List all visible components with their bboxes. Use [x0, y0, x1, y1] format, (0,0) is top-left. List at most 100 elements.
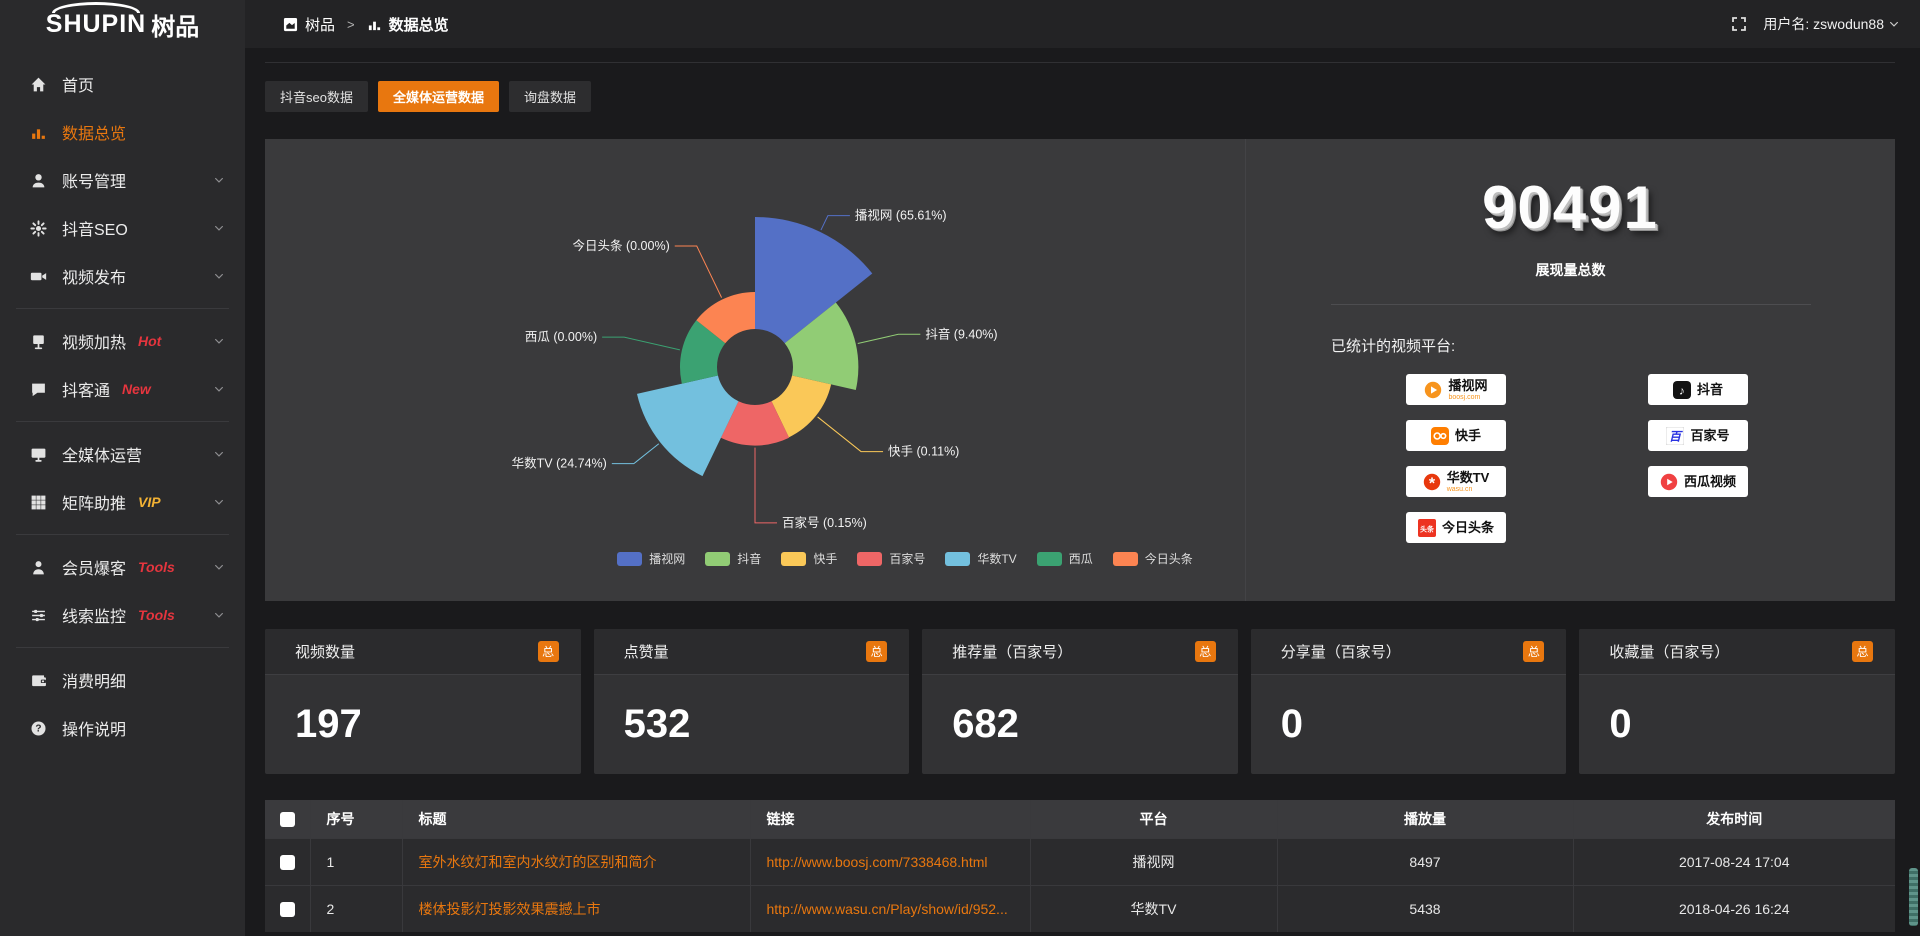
total-badge: 总 [1523, 641, 1544, 662]
tab-3[interactable]: 询盘数据 [509, 81, 591, 112]
sidebar-item-comment[interactable]: 抖客通New [0, 365, 245, 413]
stat-card-header: 视频数量总 [265, 629, 581, 675]
chart-legend: 播视网 抖音 快手 百家号 华数TV 西瓜 今日头条 [415, 550, 1395, 567]
pie-label: 华数TV (24.74%) [512, 456, 607, 471]
sidebar-divider [16, 647, 229, 648]
sidebar-item-home[interactable]: 首页 [0, 60, 245, 108]
legend-item-1[interactable]: 播视网 [617, 550, 685, 567]
svg-text:♪: ♪ [1679, 385, 1685, 397]
platform-badge-xigua: 西瓜视频 [1648, 466, 1748, 497]
legend-item-7[interactable]: 今日头条 [1113, 550, 1193, 567]
pie-label-line [818, 417, 883, 452]
user-menu[interactable]: 用户名: zswodun88 [1731, 14, 1900, 34]
pie-label-line [755, 448, 777, 523]
legend-item-5[interactable]: 华数TV [945, 550, 1016, 567]
videos-table-wrap: 序号标题链接平台播放量发布时间 1室外水纹灯和室内水纹灯的区别和简介http:/… [265, 800, 1895, 932]
platform-badge-boosj: 播视网boosj.com [1406, 374, 1506, 405]
row-checkbox[interactable] [280, 902, 295, 917]
home-icon [30, 76, 47, 93]
legend-swatch [857, 552, 882, 566]
stat-card-value: 0 [1609, 702, 1631, 747]
column-header: 标题 [402, 800, 750, 838]
legend-label: 抖音 [737, 550, 761, 567]
chevron-down-icon [213, 448, 225, 460]
row-checkbox-cell [265, 885, 310, 932]
stat-card-title: 视频数量 [295, 641, 355, 662]
chart-panel: 播视网 (65.61%)抖音 (9.40%)快手 (0.11%)百家号 (0.1… [265, 139, 1895, 601]
sidebar: 首页数据总览账号管理抖音SEO 视频发布视频加热Hot抖客通New 全媒体运营矩阵助… [0, 48, 245, 936]
chart-icon [30, 124, 47, 141]
chevron-down-icon [213, 383, 225, 395]
row-checkbox[interactable] [280, 855, 295, 870]
chevron-down-icon [213, 174, 225, 186]
stat-card-title: 点赞量 [624, 641, 669, 662]
row-link-cell: http://www.boosj.com/7338468.html [750, 838, 1030, 885]
select-all-checkbox[interactable] [280, 812, 295, 827]
scrollbar-thumb[interactable] [1909, 868, 1918, 926]
sidebar-item-label: 全媒体运营 [62, 442, 142, 466]
gear-icon [30, 220, 47, 237]
legend-label: 西瓜 [1069, 550, 1093, 567]
legend-item-2[interactable]: 抖音 [705, 550, 761, 567]
sidebar-item-sliders[interactable]: 线索监控Tools [0, 591, 245, 639]
column-header: 发布时间 [1573, 800, 1895, 838]
sidebar-item-gear[interactable]: 抖音SEO [0, 204, 245, 252]
select-all-cell [265, 800, 310, 838]
legend-item-4[interactable]: 百家号 [857, 550, 925, 567]
breadcrumb-root[interactable]: 树品 [305, 14, 335, 35]
legend-item-3[interactable]: 快手 [781, 550, 837, 567]
tab-2[interactable]: 全媒体运营数据 [378, 81, 499, 112]
row-published: 2017-08-24 17:04 [1573, 838, 1895, 885]
boosj-logo [1424, 381, 1442, 399]
douyin-logo: ♪ [1673, 381, 1691, 399]
legend-item-6[interactable]: 西瓜 [1037, 550, 1093, 567]
window-icon [283, 17, 298, 32]
column-header: 链接 [750, 800, 1030, 838]
sidebar-item-label: 消费明细 [62, 668, 126, 692]
stat-card-body: 0 [1251, 675, 1567, 774]
stat-card-title: 推荐量（百家号） [952, 641, 1072, 662]
platform-badge-text: 抖音 [1697, 383, 1723, 396]
platform-name: 快手 [1455, 429, 1481, 442]
legend-swatch [945, 552, 970, 566]
sidebar-item-user[interactable]: 账号管理 [0, 156, 245, 204]
menu-badge: VIP [138, 494, 161, 510]
platform-badge-wasu: *华数TVwasu.cn [1406, 466, 1506, 497]
tab-1[interactable]: 抖音seo数据 [265, 81, 368, 112]
sidebar-item-label: 抖音SEO [62, 216, 128, 240]
platform-name: 百家号 [1690, 429, 1729, 442]
sidebar-item-question[interactable]: ?操作说明 [0, 704, 245, 752]
video-title-link[interactable]: 楼体投影灯投影效果震撼上市 [419, 899, 750, 919]
sidebar-item-person[interactable]: 会员爆客Tools [0, 543, 245, 591]
stat-card-title: 收藏量（百家号） [1609, 641, 1729, 662]
sidebar-item-heat[interactable]: 视频加热Hot [0, 317, 245, 365]
total-badge: 总 [1852, 641, 1873, 662]
person-icon [30, 559, 47, 576]
header-divider [265, 62, 1895, 63]
sidebar-item-label: 数据总览 [62, 120, 126, 144]
legend-swatch [781, 552, 806, 566]
stat-card-body: 0 [1579, 675, 1895, 774]
stat-card-header: 分享量（百家号）总 [1251, 629, 1567, 675]
wasu-logo: * [1423, 473, 1441, 491]
video-title-link[interactable]: 室外水纹灯和室内水纹灯的区别和简介 [419, 852, 750, 872]
video-url-link[interactable]: http://www.wasu.cn/Play/show/id/952... [767, 901, 1030, 917]
pie-label: 播视网 (65.61%) [855, 208, 947, 223]
stat-card: 点赞量总532 [594, 629, 910, 774]
platform-badge-kuaishou: 快手 [1406, 420, 1506, 451]
sidebar-item-wallet[interactable]: 消费明细 [0, 656, 245, 704]
heat-icon [30, 333, 47, 350]
menu-badge: Tools [138, 607, 175, 623]
sidebar-item-label: 账号管理 [62, 168, 126, 192]
question-icon: ? [30, 720, 47, 737]
video-url-link[interactable]: http://www.boosj.com/7338468.html [767, 854, 1030, 870]
kuaishou-logo [1431, 427, 1449, 445]
sidebar-item-monitor[interactable]: 全媒体运营 [0, 430, 245, 478]
pie-slice-5[interactable] [637, 375, 739, 476]
sidebar-item-grid[interactable]: 矩阵助推VIP [0, 478, 245, 526]
sidebar-item-video[interactable]: 视频发布 [0, 252, 245, 300]
sidebar-item-chart[interactable]: 数据总览 [0, 108, 245, 156]
row-title-cell: 室外水纹灯和室内水纹灯的区别和简介 [402, 838, 750, 885]
baijiahao-logo: 百 [1666, 427, 1684, 445]
fullscreen-icon[interactable] [1731, 16, 1747, 32]
